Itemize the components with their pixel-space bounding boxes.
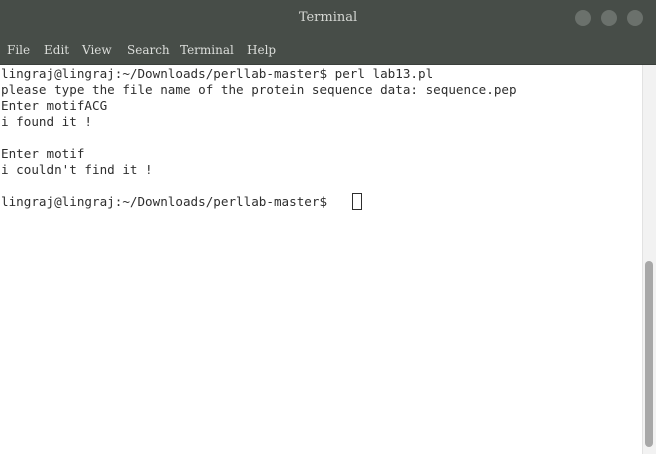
menu-search[interactable]: Search: [127, 36, 170, 64]
title-bar[interactable]: Terminal: [0, 0, 656, 36]
menu-help[interactable]: Help: [247, 36, 276, 64]
scrollbar-thumb[interactable]: [645, 261, 653, 447]
close-button[interactable]: [627, 10, 643, 26]
minimize-button[interactable]: [575, 10, 591, 26]
window-title: Terminal: [298, 10, 358, 25]
text-cursor: [352, 193, 362, 210]
menu-edit[interactable]: Edit: [44, 36, 69, 64]
menu-view[interactable]: View: [82, 36, 112, 64]
terminal-prompt-line: lingraj@lingraj:~/Downloads/perllab-mast…: [1, 194, 335, 209]
terminal-line: Enter motifACG: [1, 98, 108, 113]
terminal-line: please type the file name of the protein…: [1, 82, 517, 97]
menu-terminal[interactable]: Terminal: [180, 36, 234, 64]
terminal-line: lingraj@lingraj:~/Downloads/perllab-mast…: [1, 66, 434, 81]
terminal-line: i found it !: [1, 114, 92, 129]
terminal-window: Terminal File Edit View Search Terminal …: [0, 0, 656, 454]
maximize-button[interactable]: [601, 10, 617, 26]
menu-bar: File Edit View Search Terminal Help: [0, 36, 656, 65]
menu-file[interactable]: File: [7, 36, 30, 64]
terminal-line: Enter motif: [1, 146, 85, 161]
terminal-output[interactable]: lingraj@lingraj:~/Downloads/perllab-mast…: [0, 65, 642, 454]
terminal-line: i couldn't find it !: [1, 162, 153, 177]
